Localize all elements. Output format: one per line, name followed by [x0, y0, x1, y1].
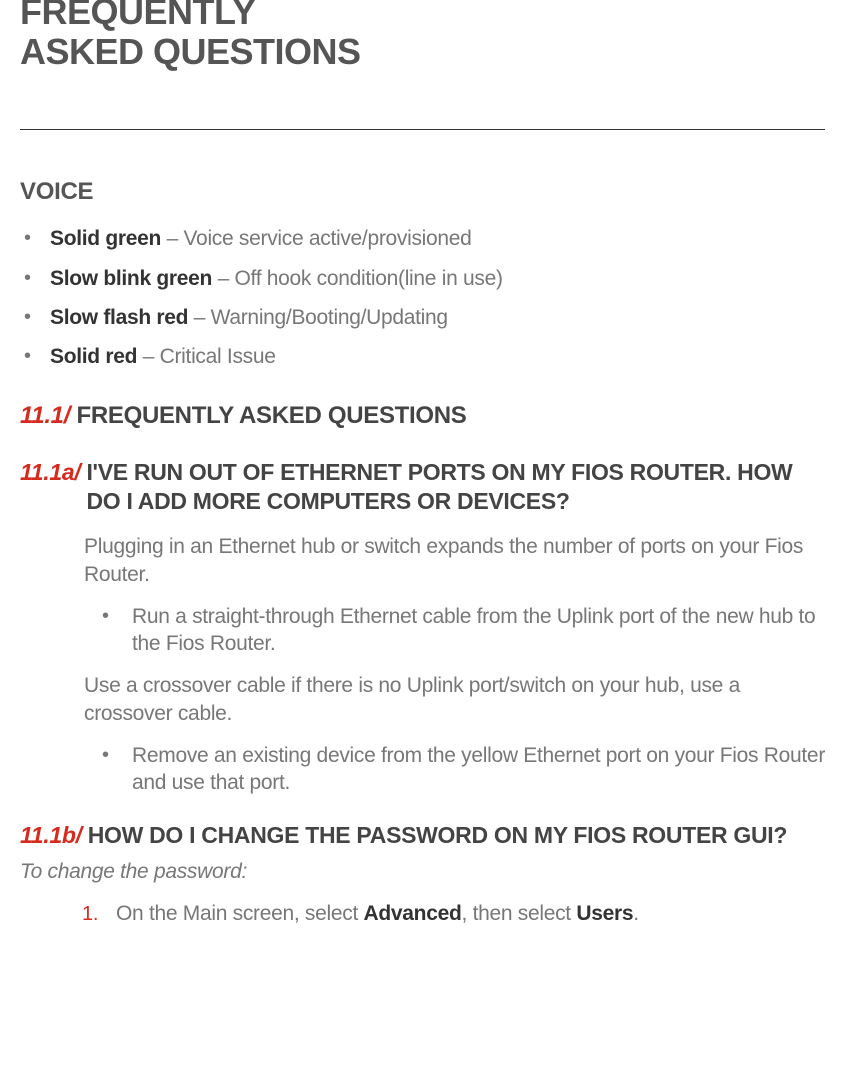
voice-desc: – Off hook condition(line in use) [212, 267, 503, 290]
voice-label: Slow blink green [50, 267, 212, 290]
voice-label: Solid red [50, 345, 137, 368]
step-bold-2: Users [576, 902, 633, 925]
voice-desc: – Voice service active/provisioned [161, 227, 472, 250]
step-bold-1: Advanced [364, 902, 462, 925]
divider [20, 129, 825, 130]
faq-q2-heading: 11.1b/ HOW DO I CHANGE THE PASSWORD ON M… [20, 821, 825, 850]
faq-question-11-1b: 11.1b/ HOW DO I CHANGE THE PASSWORD ON M… [20, 821, 825, 928]
voice-label: Slow flash red [50, 306, 188, 329]
page-title: FREQUENTLY ASKED QUESTIONS [20, 0, 825, 71]
faq-q1-bullets-1: Run a straight-through Ethernet cable fr… [84, 603, 825, 658]
title-line-1: FREQUENTLY [20, 0, 256, 32]
faq-q1-heading: 11.1a/ I'VE RUN OUT OF ETHERNET PORTS ON… [20, 458, 825, 516]
voice-item-slow-blink-green: Slow blink green – Off hook condition(li… [20, 264, 825, 293]
voice-item-solid-green: Solid green – Voice service active/provi… [20, 224, 825, 253]
step-text-mid: , then select [462, 902, 577, 925]
faq-section-number: 11.1/ [20, 402, 70, 429]
faq-q1-number: 11.1a/ [20, 458, 80, 487]
faq-q2-lead: To change the password: [20, 860, 825, 884]
faq-q1-bullets-2: Remove an existing device from the yello… [84, 742, 825, 797]
faq-section-heading: 11.1/ FREQUENTLY ASKED QUESTIONS [20, 402, 825, 430]
step-text-end: . [633, 902, 639, 925]
step-number: 1. [82, 901, 98, 928]
faq-q1-text: I'VE RUN OUT OF ETHERNET PORTS ON MY FIO… [86, 458, 825, 516]
voice-status-list: Solid green – Voice service active/provi… [20, 224, 825, 372]
faq-question-11-1a: 11.1a/ I'VE RUN OUT OF ETHERNET PORTS ON… [20, 458, 825, 797]
faq-q1-p2: Use a crossover cable if there is no Upl… [84, 672, 825, 727]
faq-q1-bullet-1: Run a straight-through Ethernet cable fr… [84, 603, 825, 658]
voice-desc: – Critical Issue [137, 345, 275, 368]
title-line-2: ASKED QUESTIONS [20, 31, 361, 72]
voice-heading: VOICE [20, 178, 825, 206]
faq-q1-bullet-2: Remove an existing device from the yello… [84, 742, 825, 797]
faq-q2-step-1: 1. On the Main screen, select Advanced, … [82, 900, 825, 928]
step-text-pre: On the Main screen, select [116, 902, 364, 925]
voice-item-slow-flash-red: Slow flash red – Warning/Booting/Updatin… [20, 303, 825, 332]
faq-q1-p1: Plugging in an Ethernet hub or switch ex… [84, 533, 825, 588]
voice-desc: – Warning/Booting/Updating [188, 306, 448, 329]
voice-label: Solid green [50, 227, 161, 250]
faq-q2-number: 11.1b/ [20, 821, 82, 850]
voice-item-solid-red: Solid red – Critical Issue [20, 342, 825, 371]
faq-q2-text: HOW DO I CHANGE THE PASSWORD ON MY FIOS … [88, 821, 787, 850]
faq-q1-body: Plugging in an Ethernet hub or switch ex… [20, 533, 825, 797]
faq-q2-steps: 1. On the Main screen, select Advanced, … [20, 900, 825, 928]
faq-section-title: FREQUENTLY ASKED QUESTIONS [70, 402, 466, 429]
